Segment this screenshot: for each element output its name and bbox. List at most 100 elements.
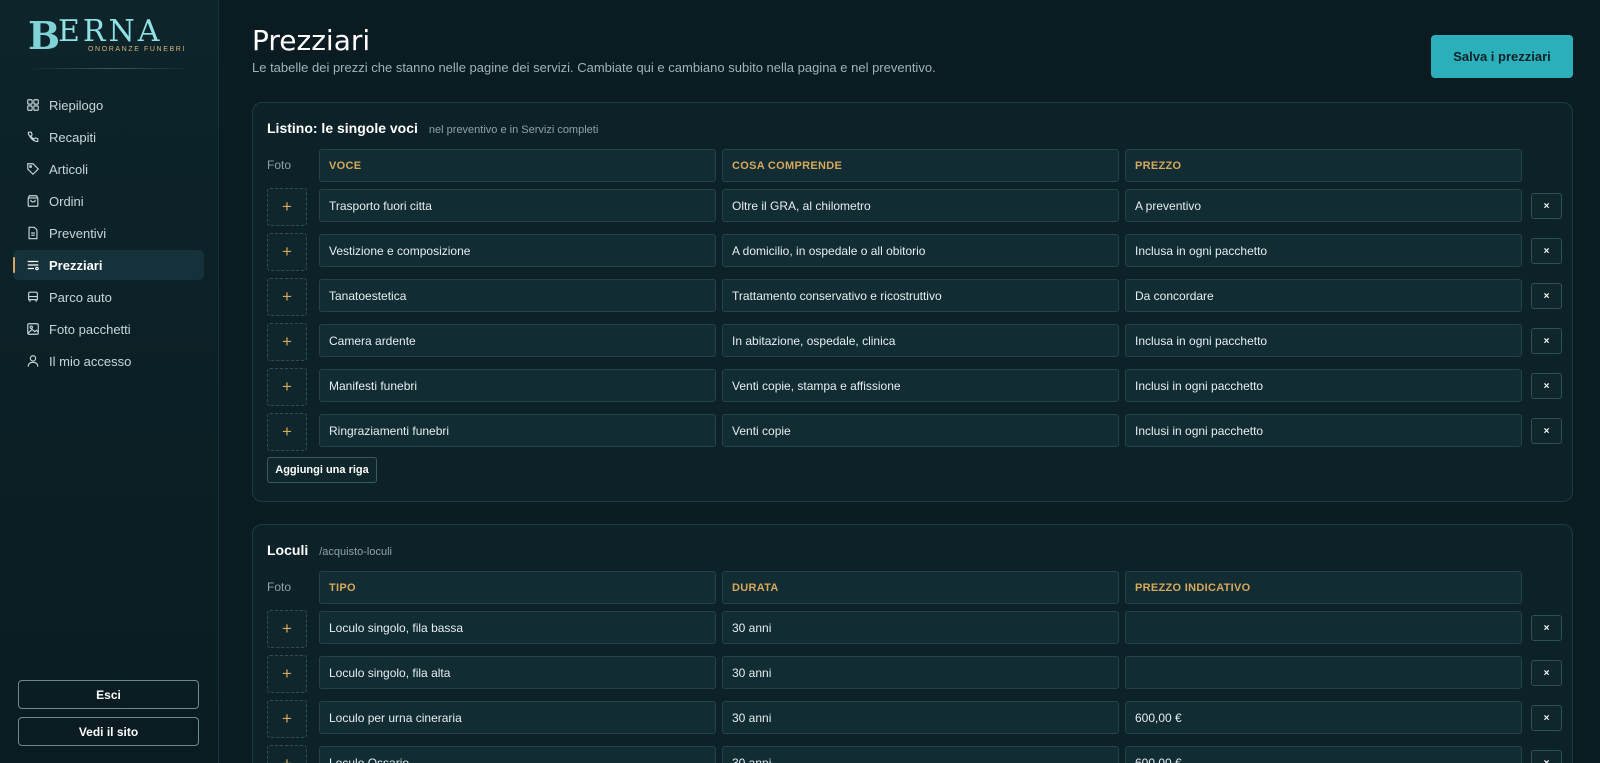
voce-field[interactable]: Ringraziamenti funebri <box>319 414 716 447</box>
sidebar-nav: Riepilogo Recapiti Articoli Ordini Preve… <box>13 90 204 378</box>
loculi-header: Loculi /acquisto-loculi <box>267 542 392 558</box>
voce-field[interactable]: Vestizione e composizione <box>319 234 716 267</box>
delete-row-button[interactable]: × <box>1531 283 1562 309</box>
add-photo-button[interactable]: + <box>267 233 307 271</box>
sidebar: B ERNA ONORANZE FUNEBRI Riepilogo Recapi… <box>0 0 219 763</box>
brand-logo[interactable]: B ERNA ONORANZE FUNEBRI <box>28 16 192 56</box>
voce-field[interactable]: Tanatoestetica <box>319 279 716 312</box>
sidebar-item-label: Ordini <box>49 193 84 209</box>
delete-row-button[interactable]: × <box>1531 238 1562 264</box>
loculi-note: /acquisto-loculi <box>319 546 392 558</box>
column-header: TIPO <box>319 571 716 604</box>
delete-row-button[interactable]: × <box>1531 418 1562 444</box>
durata-field[interactable]: 30 anni <box>722 746 1119 763</box>
prezzo-indicativo-field[interactable] <box>1125 611 1522 644</box>
sidebar-item-label: Preventivi <box>49 225 107 241</box>
add-photo-button[interactable]: + <box>267 610 307 648</box>
prezzo-indicativo-field[interactable]: 600,00 € <box>1125 701 1522 734</box>
prezzo-indicativo-field[interactable] <box>1125 656 1522 689</box>
cosa-comprende-field[interactable]: Venti copie, stampa e affissione <box>722 369 1119 402</box>
car-icon <box>26 290 40 304</box>
page-subtitle: Le tabelle dei prezzi che stanno nelle p… <box>252 60 936 75</box>
main-content: Prezziari Le tabelle dei prezzi che stan… <box>219 0 1600 763</box>
voce-field[interactable]: Camera ardente <box>319 324 716 357</box>
delete-row-button[interactable]: × <box>1531 660 1562 686</box>
add-photo-button[interactable]: + <box>267 278 307 316</box>
listino-header: Listino: le singole voci nel preventivo … <box>267 120 598 136</box>
sidebar-item-prezziari[interactable]: Prezziari <box>13 250 204 280</box>
prezzo-field[interactable]: Inclusa in ogni pacchetto <box>1125 324 1522 357</box>
cosa-comprende-field[interactable]: A domicilio, in ospedale o all obitorio <box>722 234 1119 267</box>
add-row-button[interactable]: Aggiungi una riga <box>267 457 377 483</box>
tipo-field[interactable]: Loculo Ossario <box>319 746 716 763</box>
tag-icon <box>26 162 40 176</box>
photo-column-label: Foto <box>267 158 292 172</box>
sidebar-item-foto-pacchetti[interactable]: Foto pacchetti <box>13 314 204 344</box>
tipo-field[interactable]: Loculo singolo, fila bassa <box>319 611 716 644</box>
add-photo-button[interactable]: + <box>267 188 307 226</box>
durata-field[interactable]: 30 anni <box>722 611 1119 644</box>
sidebar-item-preventivi[interactable]: Preventivi <box>13 218 204 248</box>
voce-field[interactable]: Trasporto fuori citta <box>319 189 716 222</box>
sidebar-item-label: Il mio accesso <box>49 353 132 369</box>
add-photo-button[interactable]: + <box>267 413 307 451</box>
sidebar-item-ordini[interactable]: Ordini <box>13 186 204 216</box>
prezzo-field[interactable]: Inclusi in ogni pacchetto <box>1125 414 1522 447</box>
logo-tagline: ONORANZE FUNEBRI <box>88 46 186 53</box>
document-icon <box>26 226 40 240</box>
grid-icon <box>26 98 40 112</box>
column-header: PREZZO <box>1125 149 1522 182</box>
add-photo-button[interactable]: + <box>267 655 307 693</box>
sidebar-item-articoli[interactable]: Articoli <box>13 154 204 184</box>
sidebar-item-recapiti[interactable]: Recapiti <box>13 122 204 152</box>
delete-row-button[interactable]: × <box>1531 328 1562 354</box>
loculi-card: Loculi /acquisto-loculi Foto TIPO DURATA… <box>252 524 1573 763</box>
column-header: VOCE <box>319 149 716 182</box>
prezzo-field[interactable]: A preventivo <box>1125 189 1522 222</box>
prezzo-field[interactable]: Da concordare <box>1125 279 1522 312</box>
listino-title: Listino: le singole voci <box>267 120 418 136</box>
prezzo-field[interactable]: Inclusa in ogni pacchetto <box>1125 234 1522 267</box>
logo-wordmark: ERNA <box>58 14 163 49</box>
sidebar-item-riepilogo[interactable]: Riepilogo <box>13 90 204 120</box>
page-title: Prezziari <box>252 24 371 57</box>
list-icon <box>26 258 40 272</box>
delete-row-button[interactable]: × <box>1531 615 1562 641</box>
sidebar-item-label: Articoli <box>49 161 89 177</box>
cosa-comprende-field[interactable]: Oltre il GRA, al chilometro <box>722 189 1119 222</box>
cosa-comprende-field[interactable]: Venti copie <box>722 414 1119 447</box>
add-photo-button[interactable]: + <box>267 745 307 763</box>
add-photo-button[interactable]: + <box>267 368 307 406</box>
photo-column-label: Foto <box>267 580 292 594</box>
delete-row-button[interactable]: × <box>1531 373 1562 399</box>
voce-field[interactable]: Manifesti funebri <box>319 369 716 402</box>
sidebar-item-label: Riepilogo <box>49 97 104 113</box>
add-photo-button[interactable]: + <box>267 700 307 738</box>
loculi-title: Loculi <box>267 542 309 558</box>
listino-note: nel preventivo e in Servizi completi <box>428 124 599 136</box>
column-header: PREZZO INDICATIVO <box>1125 571 1522 604</box>
sidebar-item-label: Recapiti <box>49 129 96 145</box>
prezzo-field[interactable]: Inclusi in ogni pacchetto <box>1125 369 1522 402</box>
add-photo-button[interactable]: + <box>267 323 307 361</box>
durata-field[interactable]: 30 anni <box>722 656 1119 689</box>
sidebar-item-label: Parco auto <box>49 289 112 305</box>
tipo-field[interactable]: Loculo per urna cineraria <box>319 701 716 734</box>
sidebar-item-il-mio-accesso[interactable]: Il mio accesso <box>13 346 204 376</box>
logout-button[interactable]: Esci <box>18 680 199 709</box>
logo-mark: B <box>28 13 61 58</box>
durata-field[interactable]: 30 anni <box>722 701 1119 734</box>
delete-row-button[interactable]: × <box>1531 193 1562 219</box>
cosa-comprende-field[interactable]: Trattamento conservativo e ricostruttivo <box>722 279 1119 312</box>
save-price-lists-button[interactable]: Salva i prezziari <box>1431 35 1573 78</box>
tipo-field[interactable]: Loculo singolo, fila alta <box>319 656 716 689</box>
cosa-comprende-field[interactable]: In abitazione, ospedale, clinica <box>722 324 1119 357</box>
sidebar-item-parco-auto[interactable]: Parco auto <box>13 282 204 312</box>
prezzo-indicativo-field[interactable]: 600,00 € <box>1125 746 1522 763</box>
delete-row-button[interactable]: × <box>1531 705 1562 731</box>
image-icon <box>26 322 40 336</box>
sidebar-item-label: Foto pacchetti <box>49 321 131 337</box>
view-site-button[interactable]: Vedi il sito <box>18 717 199 746</box>
user-icon <box>26 354 40 368</box>
delete-row-button[interactable]: × <box>1531 750 1562 763</box>
